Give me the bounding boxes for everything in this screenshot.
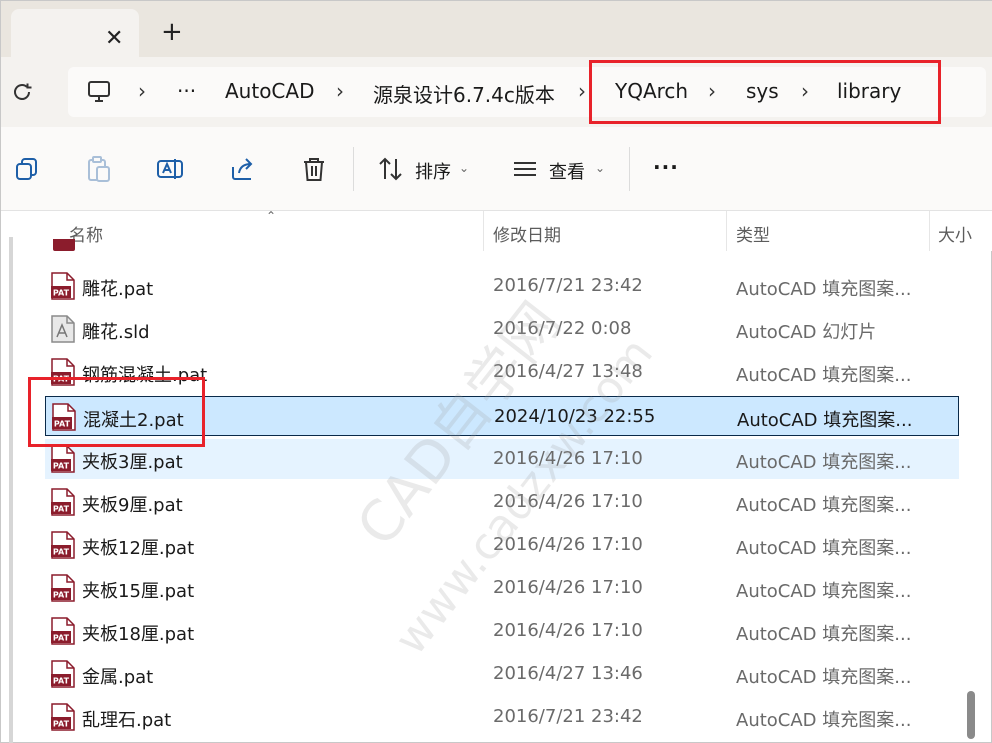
file-date: 2016/4/26 17:10 <box>493 491 643 512</box>
sld-file-icon <box>51 315 75 343</box>
file-type: AutoCAD 填充图案... <box>736 667 912 688</box>
file-type: AutoCAD 填充图案... <box>736 365 912 386</box>
pat-file-icon: PAT <box>51 660 75 688</box>
file-name: 夹板9厘.pat <box>82 495 183 516</box>
file-type: AutoCAD 填充图案... <box>736 710 912 731</box>
file-type: AutoCAD 幻灯片 <box>736 322 877 343</box>
file-date: 2016/4/26 17:10 <box>493 577 643 598</box>
file-name: 乱理石.pat <box>82 710 172 731</box>
file-type: AutoCAD 填充图案... <box>737 410 913 431</box>
file-type: AutoCAD 填充图案... <box>736 279 912 300</box>
left-pane-edge <box>9 237 13 743</box>
chevron-right-icon[interactable]: › <box>336 79 344 103</box>
file-name: 金属.pat <box>82 667 154 688</box>
file-date: 2016/4/26 17:10 <box>493 448 643 469</box>
file-date: 2016/4/26 17:10 <box>493 620 643 641</box>
pat-file-icon: PAT <box>51 617 75 645</box>
list-item[interactable]: PAT 乱理石.pat 2016/7/21 23:42 AutoCAD 填充图案… <box>45 697 959 737</box>
breadcrumb-ellipsis[interactable]: ··· <box>177 79 196 103</box>
list-item[interactable]: PAT 夹板15厘.pat 2016/4/26 17:10 AutoCAD 填充… <box>45 568 959 608</box>
pat-file-icon: PAT <box>51 445 75 473</box>
pat-file-icon: PAT <box>51 272 75 300</box>
command-bar: 排序 ⌄ 查看 ⌄ ··· <box>1 127 992 211</box>
svg-text:PAT: PAT <box>53 677 70 686</box>
list-item[interactable]: PAT 雕花.pat 2016/7/21 23:42 AutoCAD 填充图案.… <box>45 266 959 306</box>
share-icon[interactable] <box>229 155 257 183</box>
chevron-down-icon[interactable]: ⌄ <box>595 161 605 175</box>
svg-text:PAT: PAT <box>53 634 70 643</box>
file-icon <box>53 239 75 251</box>
paste-icon[interactable] <box>85 155 113 183</box>
tab-bar: ✕ + <box>1 1 992 57</box>
file-date: 2016/7/21 23:42 <box>493 275 643 296</box>
svg-text:PAT: PAT <box>53 289 70 298</box>
file-type: AutoCAD 填充图案... <box>736 495 912 516</box>
pat-file-icon: PAT <box>51 703 75 731</box>
computer-icon[interactable] <box>86 79 112 109</box>
breadcrumb-autocad[interactable]: AutoCAD <box>225 79 314 103</box>
file-date: 2024/10/23 22:55 <box>494 406 656 427</box>
refresh-icon[interactable] <box>11 81 33 109</box>
tab-current[interactable]: ✕ <box>11 9 139 57</box>
view-icon[interactable] <box>511 155 539 183</box>
file-type: AutoCAD 填充图案... <box>736 452 912 473</box>
file-date: 2016/4/26 17:10 <box>493 534 643 555</box>
explorer-window: ✕ + › ··· AutoCAD › 源泉设计6.7.4c版本 › YQArc… <box>0 0 992 743</box>
chevron-right-icon[interactable]: › <box>138 79 146 103</box>
view-button[interactable]: 查看 <box>549 158 585 184</box>
highlight-box-file <box>28 377 205 447</box>
more-options-icon[interactable]: ··· <box>653 155 679 179</box>
new-tab-icon[interactable]: + <box>161 19 183 45</box>
list-item[interactable]: PAT 夹板12厘.pat 2016/4/26 17:10 AutoCAD 填充… <box>45 525 959 565</box>
file-type: AutoCAD 填充图案... <box>736 581 912 602</box>
chevron-down-icon[interactable]: ⌄ <box>459 161 469 175</box>
list-item[interactable]: 雕花.sld 2016/7/22 0:08 AutoCAD 幻灯片 <box>45 309 959 349</box>
pat-file-icon: PAT <box>51 574 75 602</box>
file-type: AutoCAD 填充图案... <box>736 538 912 559</box>
sort-icon[interactable] <box>377 155 405 183</box>
svg-text:PAT: PAT <box>53 720 70 729</box>
file-name: 夹板15厘.pat <box>82 581 195 602</box>
breadcrumb-yuanquan[interactable]: 源泉设计6.7.4c版本 <box>373 79 555 108</box>
toolbar-divider <box>353 147 354 191</box>
toolbar-divider <box>629 147 630 191</box>
file-name: 夹板12厘.pat <box>82 538 195 559</box>
pat-file-icon: PAT <box>51 531 75 559</box>
file-name: 雕花.sld <box>82 322 150 343</box>
svg-text:PAT: PAT <box>53 505 70 514</box>
file-name: 雕花.pat <box>82 279 154 300</box>
delete-icon[interactable] <box>300 155 328 183</box>
svg-text:PAT: PAT <box>53 462 70 471</box>
rename-icon[interactable] <box>156 155 184 183</box>
list-item-partial <box>45 239 959 253</box>
copy-icon[interactable] <box>13 155 41 183</box>
file-type: AutoCAD 填充图案... <box>736 624 912 645</box>
svg-text:PAT: PAT <box>53 548 70 557</box>
scrollbar-thumb[interactable] <box>967 691 975 739</box>
close-tab-icon[interactable]: ✕ <box>105 28 123 50</box>
file-date: 2016/7/22 0:08 <box>493 318 632 339</box>
highlight-box-path <box>589 60 941 124</box>
sort-button[interactable]: 排序 <box>415 158 451 184</box>
sort-ascending-icon: ⌃ <box>266 209 277 223</box>
svg-text:PAT: PAT <box>53 591 70 600</box>
list-item[interactable]: PAT 金属.pat 2016/4/27 13:46 AutoCAD 填充图案.… <box>45 654 959 694</box>
list-item[interactable]: PAT 夹板18厘.pat 2016/4/26 17:10 AutoCAD 填充… <box>45 611 959 651</box>
list-item[interactable]: PAT 夹板9厘.pat 2016/4/26 17:10 AutoCAD 填充图… <box>45 482 959 522</box>
file-date: 2016/7/21 23:42 <box>493 706 643 727</box>
file-name: 夹板18厘.pat <box>82 624 195 645</box>
chevron-right-icon[interactable]: › <box>578 79 586 103</box>
pat-file-icon: PAT <box>51 488 75 516</box>
file-name: 夹板3厘.pat <box>82 452 183 473</box>
file-date: 2016/4/27 13:48 <box>493 361 643 382</box>
file-date: 2016/4/27 13:46 <box>493 663 643 684</box>
